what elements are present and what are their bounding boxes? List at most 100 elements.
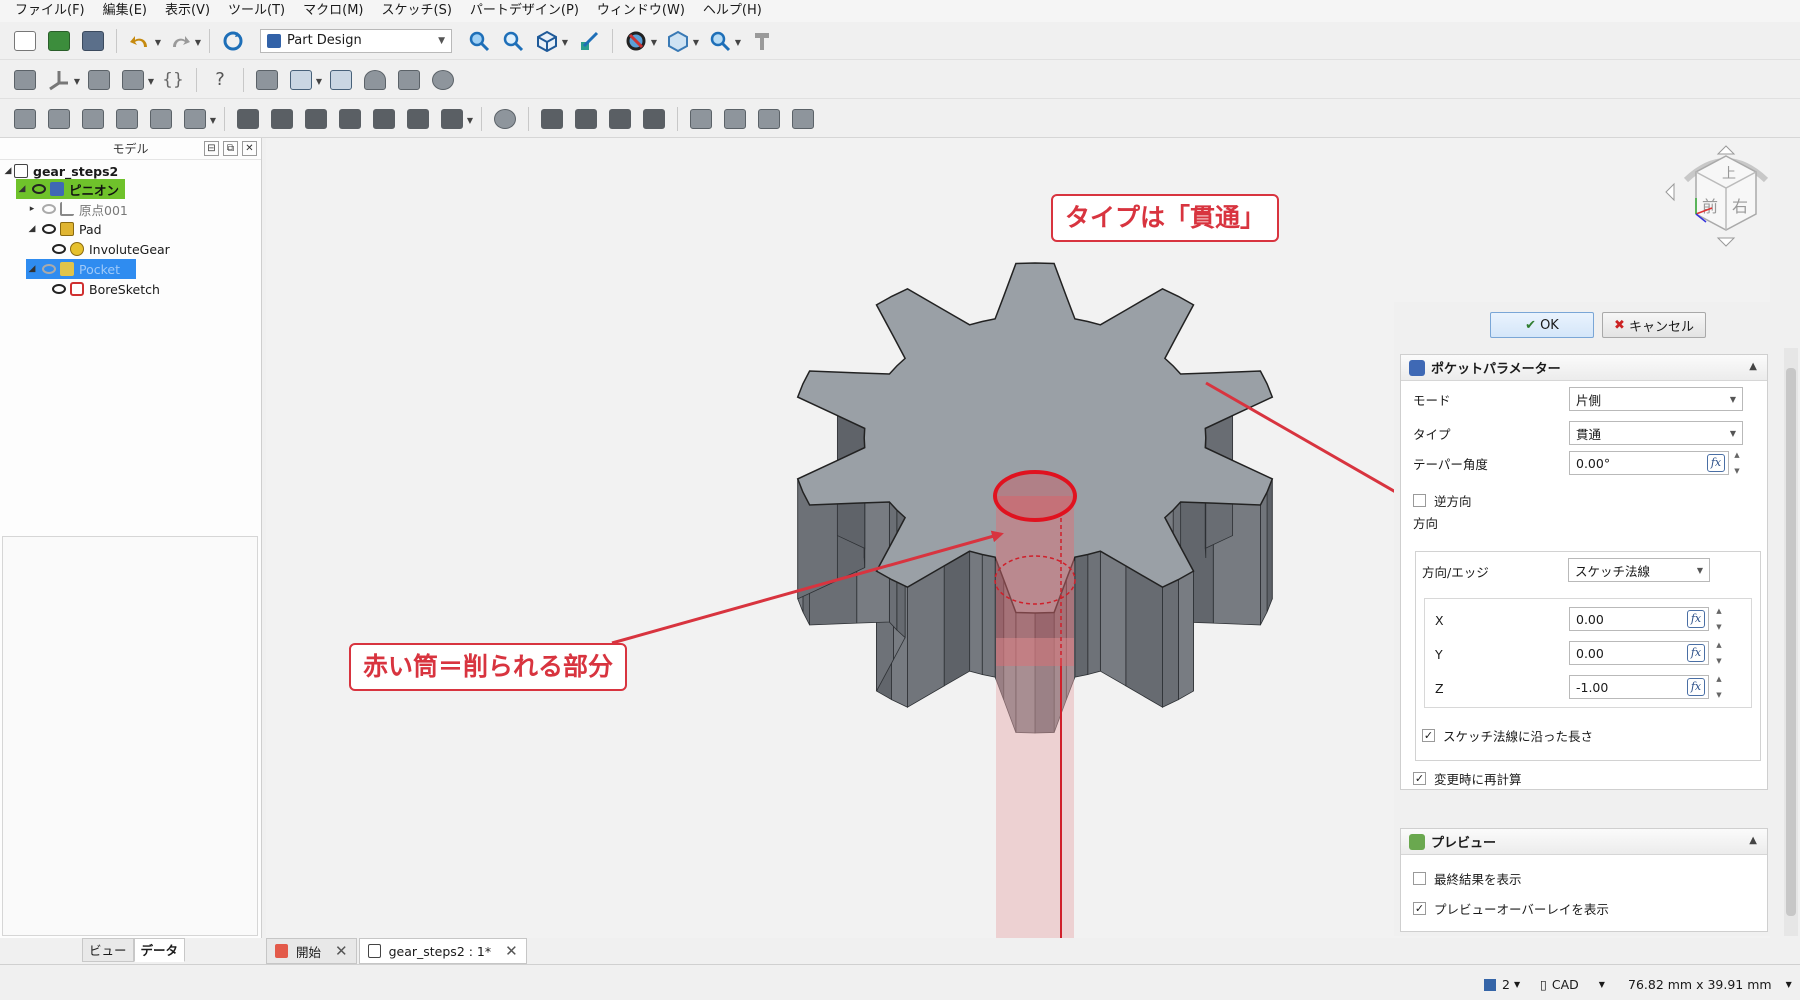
menu-help[interactable]: ヘルプ(H): [694, 0, 771, 22]
chevron-down-icon[interactable]: ◢: [16, 184, 28, 194]
tree-item-pocket[interactable]: ◢ Pocket: [26, 259, 136, 279]
subtractive-pipe-button[interactable]: [369, 104, 399, 134]
z-spin-arrows[interactable]: ▲ ▼: [1713, 675, 1725, 699]
eye-icon[interactable]: [52, 284, 66, 294]
menu-tools[interactable]: ツール(T): [219, 0, 294, 22]
pocket-button[interactable]: [233, 104, 263, 134]
mirrored-button[interactable]: [686, 104, 716, 134]
additive-primitive-button[interactable]: ▼: [180, 104, 216, 134]
tab-start[interactable]: 開始 ✕: [266, 938, 357, 964]
helix-button[interactable]: [146, 104, 176, 134]
eye-icon[interactable]: [42, 224, 56, 234]
tree-item-document[interactable]: ◢ gear_steps2: [2, 161, 119, 181]
direction-edge-select[interactable]: スケッチ法線 ▼: [1568, 558, 1710, 582]
thickness-button[interactable]: [639, 104, 669, 134]
y-input[interactable]: 0.00 fx: [1569, 641, 1709, 665]
tree-item-bore-sketch[interactable]: BoreSketch: [48, 279, 160, 299]
navigation-cube[interactable]: 上 前 右: [1656, 142, 1770, 282]
pocket-parameters-header[interactable]: ポケットパラメーター ▲: [1401, 355, 1767, 381]
datum-button[interactable]: ▼: [44, 65, 80, 95]
taper-spin-arrows[interactable]: ▲ ▼: [1731, 451, 1743, 475]
collapse-icon[interactable]: ▲: [1749, 835, 1757, 846]
ok-button[interactable]: ✔ OK: [1490, 312, 1594, 338]
menu-view[interactable]: 表示(V): [156, 0, 219, 22]
gear-macro-button[interactable]: [428, 65, 458, 95]
eye-icon[interactable]: [52, 244, 66, 254]
menu-edit[interactable]: 編集(E): [94, 0, 156, 22]
draft-button[interactable]: [605, 104, 635, 134]
chevron-down-icon[interactable]: ◢: [26, 224, 38, 234]
recompute-checkbox[interactable]: ✓ 変更時に再計算: [1413, 769, 1522, 788]
expression-icon[interactable]: fx: [1687, 610, 1705, 628]
navigation-style[interactable]: ▯ CAD ▼: [1540, 977, 1605, 992]
tree-item-pad[interactable]: ◢ Pad: [26, 219, 102, 239]
eye-icon[interactable]: [32, 184, 46, 194]
nav-cube-right-label[interactable]: 右: [1732, 197, 1748, 216]
close-icon[interactable]: ✕: [505, 942, 518, 960]
show-overlay-checkbox[interactable]: ✓ プレビューオーバーレイを表示: [1413, 899, 1609, 918]
chevron-down-icon[interactable]: ◢: [2, 166, 14, 176]
zoom-button[interactable]: ▼: [705, 26, 741, 56]
expression-button[interactable]: {}: [158, 65, 188, 95]
subtractive-primitive-button[interactable]: ▼: [437, 104, 473, 134]
new-document-button[interactable]: [10, 26, 40, 56]
shape-binder-button[interactable]: [252, 65, 282, 95]
fit-all-button[interactable]: [464, 26, 494, 56]
close-icon[interactable]: ✕: [335, 942, 348, 960]
mode-select[interactable]: 片側 ▼: [1569, 387, 1743, 411]
type-select[interactable]: 貫通 ▼: [1569, 421, 1743, 445]
expression-icon[interactable]: fx: [1707, 454, 1725, 472]
linear-pattern-button[interactable]: [720, 104, 750, 134]
fit-selection-button[interactable]: [498, 26, 528, 56]
y-spin-arrows[interactable]: ▲ ▼: [1713, 641, 1725, 665]
workbench-selector[interactable]: Part Design ▼: [260, 28, 452, 53]
tab-gear-steps2[interactable]: gear_steps2 : 1* ✕: [358, 938, 527, 964]
menu-file[interactable]: ファイル(F): [6, 0, 94, 22]
view-isometric-button[interactable]: ▼: [532, 26, 568, 56]
tab-view[interactable]: ビュー: [82, 938, 134, 962]
dock-button[interactable]: ⊟: [204, 141, 219, 156]
boolean-button[interactable]: [490, 104, 520, 134]
preview-header[interactable]: プレビュー ▲: [1401, 829, 1767, 855]
task-panel-scrollbar[interactable]: [1784, 348, 1798, 936]
create-body-button[interactable]: [10, 65, 40, 95]
expression-icon[interactable]: fx: [1687, 678, 1705, 696]
multi-transform-button[interactable]: [788, 104, 818, 134]
menu-macro[interactable]: マクロ(M): [294, 0, 372, 22]
shape-button[interactable]: [360, 65, 390, 95]
menu-part-design[interactable]: パートデザイン(P): [461, 0, 588, 22]
reversed-checkbox[interactable]: 逆方向: [1413, 491, 1472, 510]
subtractive-helix-button[interactable]: [403, 104, 433, 134]
tree-item-origin[interactable]: ▸ 原点001: [26, 199, 128, 219]
pipe-button[interactable]: [112, 104, 142, 134]
loft-button[interactable]: [78, 104, 108, 134]
groove-button[interactable]: [301, 104, 331, 134]
float-button[interactable]: ⧉: [223, 141, 238, 156]
fillet-button[interactable]: [537, 104, 567, 134]
revolution-button[interactable]: [44, 104, 74, 134]
part-button[interactable]: [84, 65, 114, 95]
subtractive-loft-button[interactable]: [335, 104, 365, 134]
chevron-right-icon[interactable]: ▸: [26, 204, 38, 214]
whats-this-button[interactable]: ?: [205, 65, 235, 95]
pad-button[interactable]: [10, 104, 40, 134]
polar-pattern-button[interactable]: [754, 104, 784, 134]
undo-button[interactable]: ▼: [125, 26, 161, 56]
draw-style-button[interactable]: ▼: [621, 26, 657, 56]
hole-button[interactable]: [267, 104, 297, 134]
x-spin-arrows[interactable]: ▲ ▼: [1713, 607, 1725, 631]
export-button[interactable]: ▼: [118, 65, 154, 95]
chamfer-button[interactable]: [571, 104, 601, 134]
workbench-extra-button[interactable]: [747, 26, 777, 56]
bounding-box-button[interactable]: ▼: [663, 26, 699, 56]
expression-icon[interactable]: fx: [1687, 644, 1705, 662]
chevron-down-icon[interactable]: ◢: [26, 264, 38, 274]
sub-shape-binder-button[interactable]: ▼: [286, 65, 322, 95]
feature-button[interactable]: [394, 65, 424, 95]
menu-window[interactable]: ウィンドウ(W): [588, 0, 694, 22]
page-count[interactable]: 2 ▼: [1484, 977, 1520, 992]
clone-button[interactable]: [326, 65, 356, 95]
refresh-button[interactable]: [218, 26, 248, 56]
tree-item-involute-gear[interactable]: InvoluteGear: [48, 239, 170, 259]
menu-sketch[interactable]: スケッチ(S): [373, 0, 461, 22]
